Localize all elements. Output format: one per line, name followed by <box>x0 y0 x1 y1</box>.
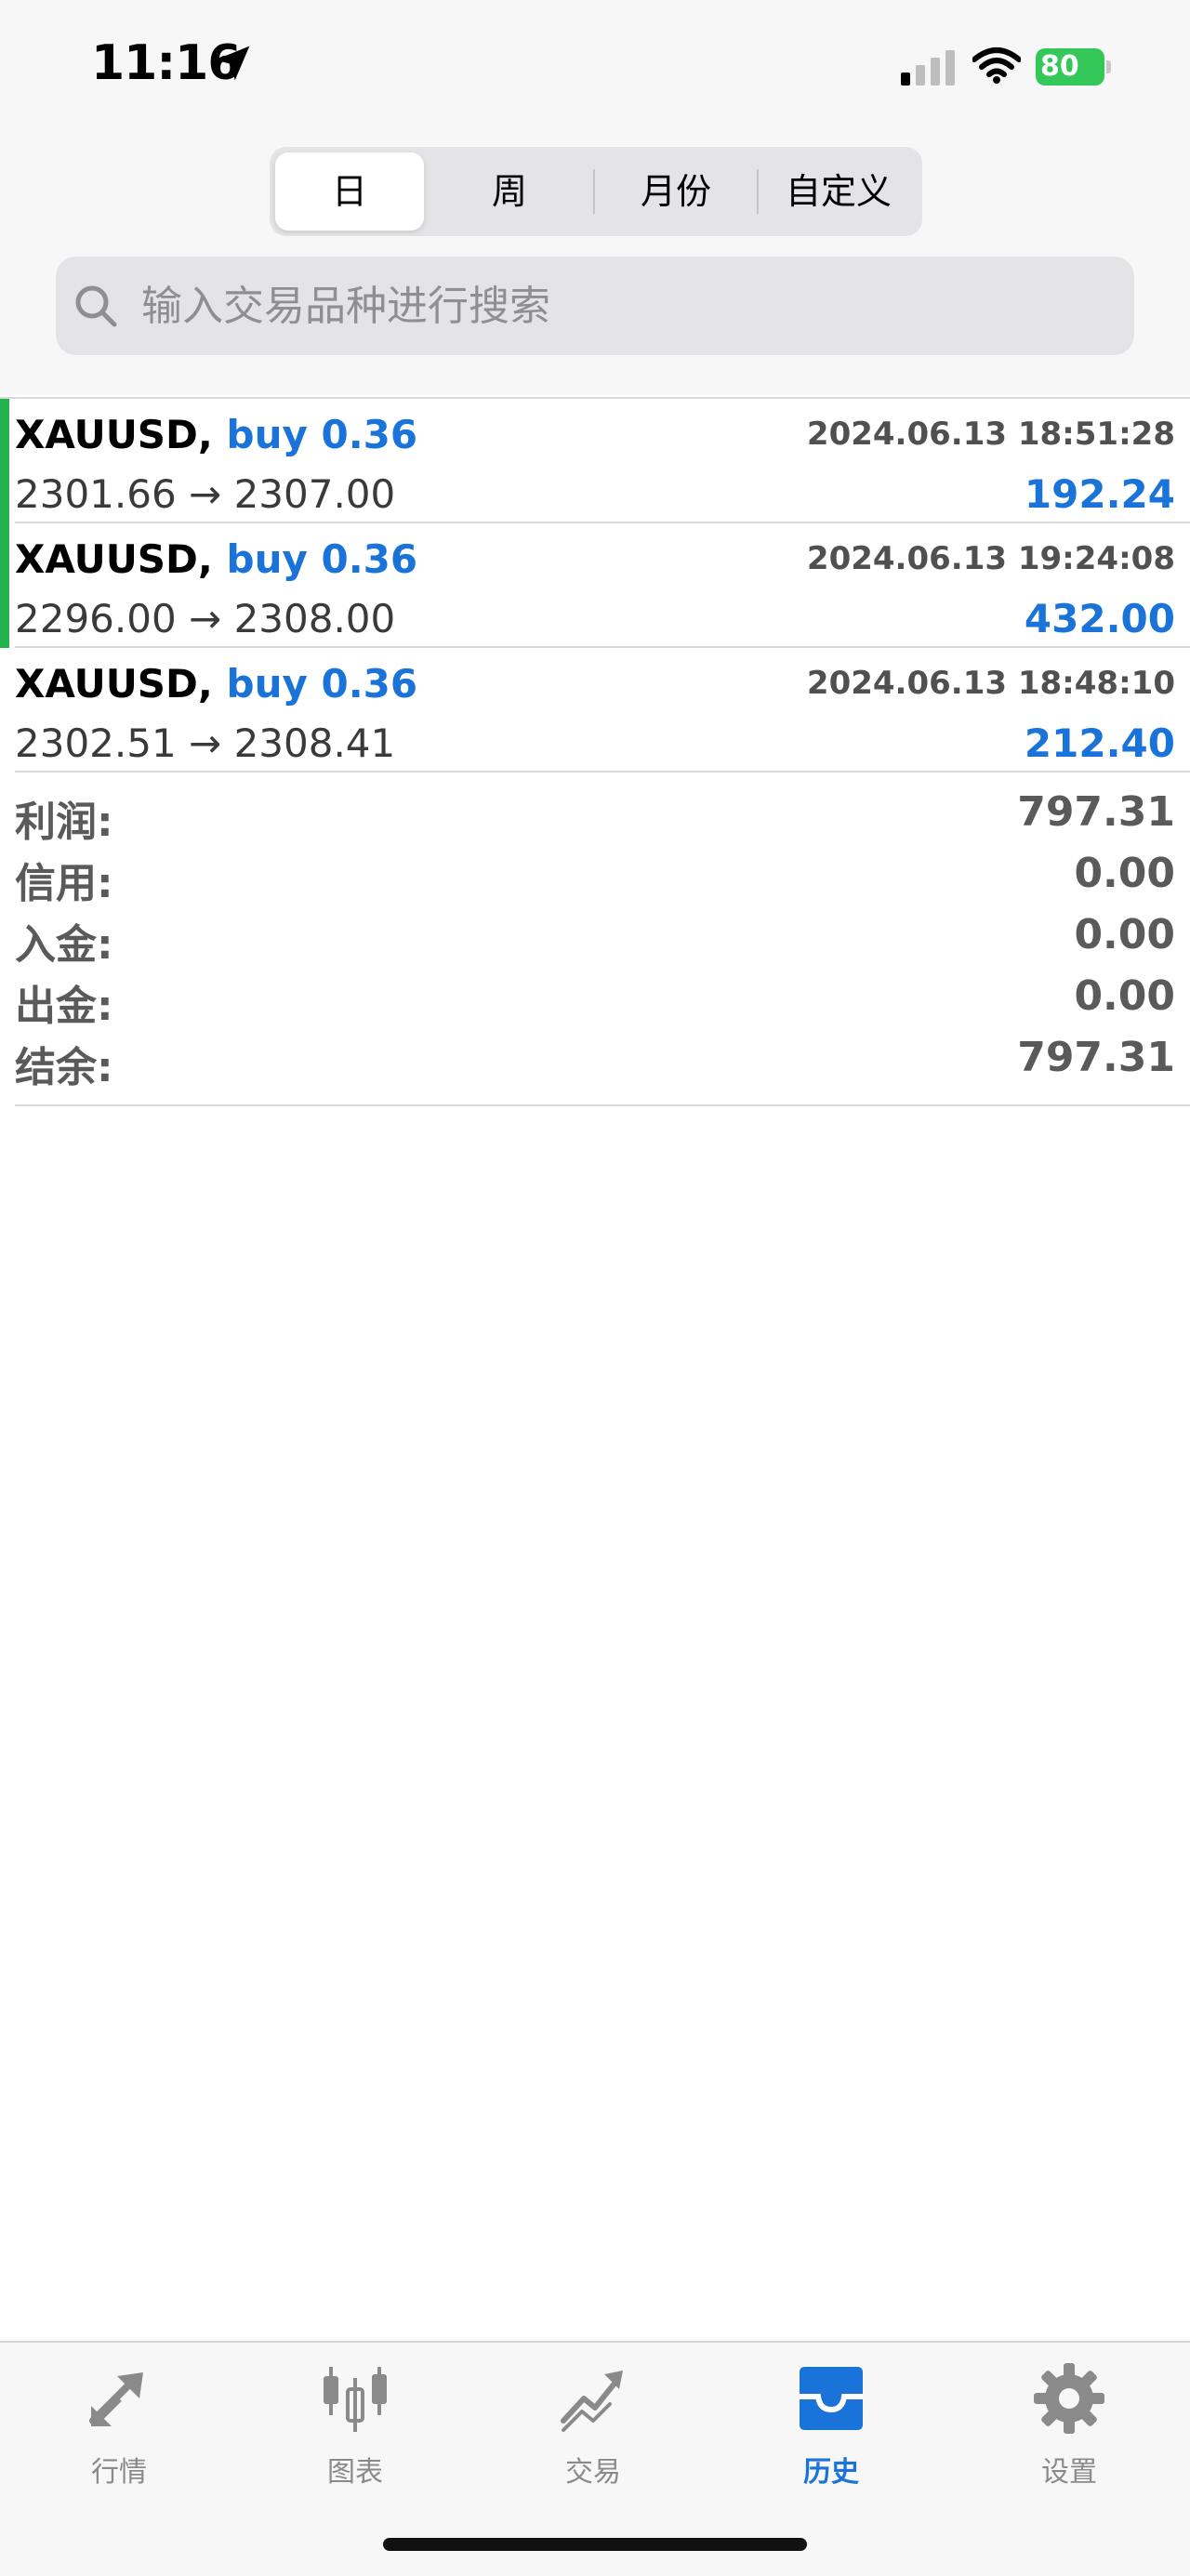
trade-profit: 212.40 <box>1024 720 1175 766</box>
summary-label: 入金: <box>15 921 113 969</box>
trade-symbol: XAUUSD, <box>15 661 213 707</box>
period-segmented-control: 日 周 月份 自定义 <box>270 147 922 236</box>
trade-status-bar <box>0 399 9 523</box>
segment-day[interactable]: 日 <box>275 152 424 231</box>
trade-prices: 2301.66 → 2307.00 <box>15 471 396 517</box>
trade-symbol: XAUUSD, <box>15 412 213 457</box>
trade-side: buy 0.36 <box>226 536 418 582</box>
trade-symbol: XAUUSD, <box>15 536 213 582</box>
search-bar[interactable] <box>56 257 1134 355</box>
segment-month[interactable]: 月份 <box>597 152 755 231</box>
tab-trade[interactable]: 交易 <box>509 2361 677 2501</box>
trade-profit: 192.24 <box>1024 471 1175 517</box>
summary-value: 0.00 <box>1074 850 1175 897</box>
segment-divider <box>757 169 759 214</box>
summary-row-withdrawal: 出金: 0.00 <box>0 972 1190 1032</box>
battery-body: 80 <box>1036 48 1104 86</box>
quotes-arrows-icon <box>89 2372 143 2426</box>
summary-row-deposit: 入金: 0.00 <box>0 911 1190 971</box>
summary-label: 信用: <box>15 860 113 907</box>
candlestick-chart-icon <box>324 2367 387 2432</box>
history-inbox-icon <box>800 2367 863 2430</box>
trade-profit: 432.00 <box>1024 596 1175 641</box>
summary-value: 0.00 <box>1074 911 1175 958</box>
summary-label: 出金: <box>15 983 113 1030</box>
summary-row-balance: 结余: 797.31 <box>0 1034 1190 1093</box>
header-area: 11:16 80 日 周 月份 自定义 <box>0 0 1190 395</box>
tab-label: 行情 <box>91 2456 147 2489</box>
home-indicator <box>383 2538 807 2551</box>
tab-label: 历史 <box>803 2456 859 2489</box>
trade-prices: 2296.00 → 2308.00 <box>15 596 396 641</box>
trade-time: 2024.06.13 18:48:10 <box>806 665 1175 702</box>
tab-label: 设置 <box>1041 2456 1097 2489</box>
trade-time: 2024.06.13 19:24:08 <box>806 540 1175 577</box>
trade-side: buy 0.36 <box>226 661 418 707</box>
summary-label: 结余: <box>15 1044 113 1091</box>
trade-symbol-line: XAUUSD, buy 0.36 <box>15 536 417 582</box>
search-input[interactable] <box>141 257 1108 355</box>
summary-value: 797.31 <box>1017 788 1175 836</box>
location-arrow-icon <box>215 46 250 81</box>
summary-label: 利润: <box>15 799 113 846</box>
summary-row-profit: 利润: 797.31 <box>0 788 1190 848</box>
trade-row[interactable]: XAUUSD, buy 0.36 2024.06.13 18:48:10 230… <box>0 648 1190 773</box>
battery-level: 80 <box>1040 50 1079 83</box>
trade-side: buy 0.36 <box>226 412 418 457</box>
summary-row-credit: 信用: 0.00 <box>0 850 1190 909</box>
trade-chart-icon <box>561 2371 623 2432</box>
segment-week[interactable]: 周 <box>430 152 589 231</box>
cellular-signal-icon <box>901 50 955 86</box>
summary-divider <box>15 1104 1190 1106</box>
trade-prices: 2302.51 → 2308.41 <box>15 720 396 766</box>
tab-charts[interactable]: 图表 <box>271 2361 439 2501</box>
gear-icon <box>1034 2363 1104 2434</box>
tab-label: 交易 <box>565 2456 621 2489</box>
tab-history[interactable]: 历史 <box>747 2361 915 2501</box>
tab-quotes[interactable]: 行情 <box>35 2361 203 2501</box>
wifi-icon <box>972 47 1021 84</box>
trade-symbol-line: XAUUSD, buy 0.36 <box>15 661 417 707</box>
row-divider <box>15 771 1190 773</box>
trade-status-bar <box>0 523 9 648</box>
summary-value: 0.00 <box>1074 972 1175 1020</box>
trade-time: 2024.06.13 18:51:28 <box>806 416 1175 453</box>
battery-indicator: 80 <box>1036 48 1114 86</box>
battery-tip <box>1106 60 1111 73</box>
search-icon <box>75 285 117 327</box>
trade-row[interactable]: XAUUSD, buy 0.36 2024.06.13 19:24:08 229… <box>0 523 1190 648</box>
tab-settings[interactable]: 设置 <box>985 2361 1153 2501</box>
tab-label: 图表 <box>327 2456 383 2489</box>
summary-value: 797.31 <box>1017 1034 1175 1081</box>
trade-row[interactable]: XAUUSD, buy 0.36 2024.06.13 18:51:28 230… <box>0 399 1190 523</box>
segment-custom[interactable]: 自定义 <box>760 152 917 231</box>
segment-divider <box>593 169 595 214</box>
trade-symbol-line: XAUUSD, buy 0.36 <box>15 412 417 457</box>
